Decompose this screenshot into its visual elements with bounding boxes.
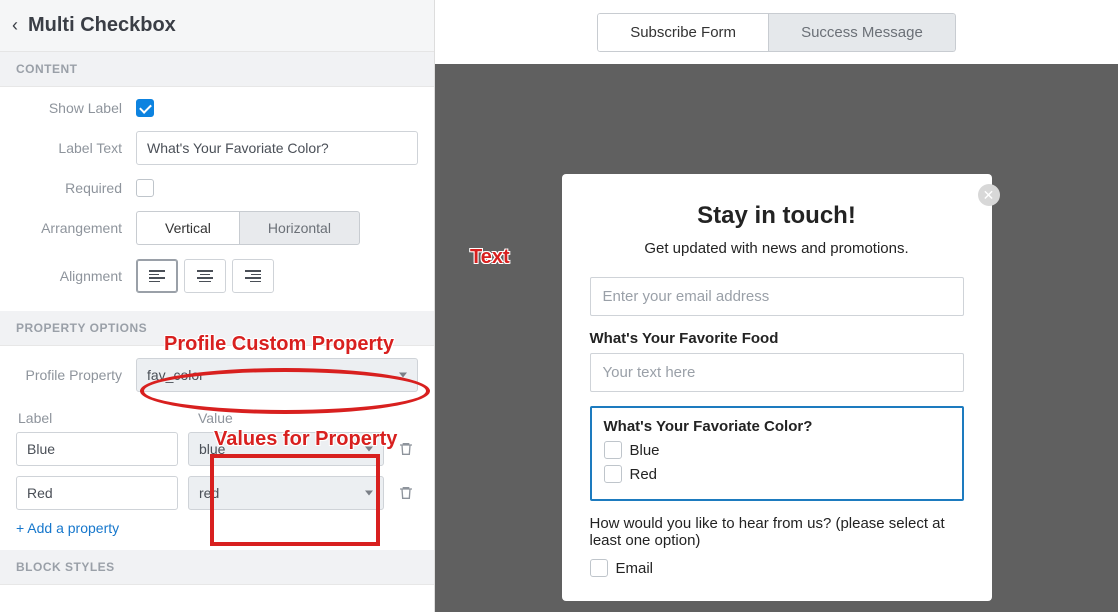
- checkbox[interactable]: [604, 441, 622, 459]
- trash-icon: [398, 485, 414, 501]
- property-table-header: Label Value: [0, 410, 434, 426]
- profile-property-select[interactable]: fav_color: [136, 358, 418, 392]
- col-value: Value: [188, 410, 418, 426]
- arrangement-label: Arrangement: [16, 220, 136, 236]
- required-checkbox[interactable]: [136, 179, 154, 197]
- preview-tabs: Subscribe Form Success Message: [435, 0, 1118, 64]
- align-center-button[interactable]: [184, 259, 226, 293]
- preview-area: Subscribe Form Success Message ✕ Stay in…: [435, 0, 1118, 612]
- property-value-select[interactable]: blue: [188, 432, 384, 466]
- delete-row-button[interactable]: [394, 481, 418, 505]
- food-field: What's Your Favorite Food: [590, 330, 964, 392]
- option-label: Red: [630, 466, 658, 483]
- section-block-styles-header: BLOCK STYLES: [0, 550, 434, 585]
- show-label-label: Show Label: [16, 100, 136, 116]
- property-value-select[interactable]: red: [188, 476, 384, 510]
- close-icon: ✕: [983, 187, 995, 204]
- align-right-button[interactable]: [232, 259, 274, 293]
- add-property-link[interactable]: + Add a property: [0, 520, 434, 550]
- property-row: blue: [0, 432, 434, 476]
- align-left-icon: [149, 270, 165, 282]
- form-modal: ✕ Stay in touch! Get updated with news a…: [562, 174, 992, 601]
- option-label: Blue: [630, 442, 660, 459]
- contact-option: Email: [590, 559, 964, 577]
- show-label-checkbox[interactable]: [136, 99, 154, 117]
- trash-icon: [398, 441, 414, 457]
- profile-property-label: Profile Property: [16, 367, 136, 383]
- checkbox[interactable]: [590, 559, 608, 577]
- section-content-header: CONTENT: [0, 52, 434, 87]
- back-chevron-icon[interactable]: ‹: [8, 15, 22, 36]
- required-label: Required: [16, 180, 136, 196]
- alignment-group: [136, 259, 274, 293]
- tab-subscribe-form[interactable]: Subscribe Form: [597, 13, 769, 52]
- section-property-options-header: PROPERTY OPTIONS: [0, 311, 434, 346]
- align-left-button[interactable]: [136, 259, 178, 293]
- food-input[interactable]: [590, 353, 964, 392]
- property-label-input[interactable]: [16, 432, 178, 466]
- align-center-icon: [197, 270, 213, 282]
- form-subtitle: Get updated with news and promotions.: [590, 240, 964, 257]
- form-title: Stay in touch!: [590, 202, 964, 230]
- email-input[interactable]: [590, 277, 964, 316]
- arrangement-toggle: Vertical Horizontal: [136, 211, 360, 245]
- alignment-label: Alignment: [16, 268, 136, 284]
- color-label: What's Your Favoriate Color?: [604, 418, 950, 435]
- contact-question: How would you like to hear from us? (ple…: [590, 515, 964, 549]
- property-row: red: [0, 476, 434, 520]
- option-label: Email: [616, 560, 654, 577]
- property-label-input[interactable]: [16, 476, 178, 510]
- panel-header: ‹ Multi Checkbox: [0, 0, 434, 52]
- color-option: Blue: [604, 441, 950, 459]
- arrangement-horizontal[interactable]: Horizontal: [239, 211, 360, 245]
- checkbox[interactable]: [604, 465, 622, 483]
- color-option: Red: [604, 465, 950, 483]
- email-field: [590, 277, 964, 316]
- col-label: Label: [16, 410, 188, 426]
- food-label: What's Your Favorite Food: [590, 330, 964, 347]
- properties-panel: ‹ Multi Checkbox CONTENT Show Label Labe…: [0, 0, 435, 612]
- color-field-selected[interactable]: What's Your Favoriate Color? Blue Red: [590, 406, 964, 501]
- label-text-input[interactable]: [136, 131, 418, 165]
- tab-success-message[interactable]: Success Message: [769, 13, 956, 52]
- align-right-icon: [245, 270, 261, 282]
- canvas: ✕ Stay in touch! Get updated with news a…: [435, 64, 1118, 612]
- arrangement-vertical[interactable]: Vertical: [136, 211, 239, 245]
- label-text-label: Label Text: [16, 140, 136, 156]
- contact-field: How would you like to hear from us? (ple…: [590, 515, 964, 577]
- close-button[interactable]: ✕: [978, 184, 1000, 206]
- panel-title: Multi Checkbox: [28, 14, 176, 37]
- delete-row-button[interactable]: [394, 437, 418, 461]
